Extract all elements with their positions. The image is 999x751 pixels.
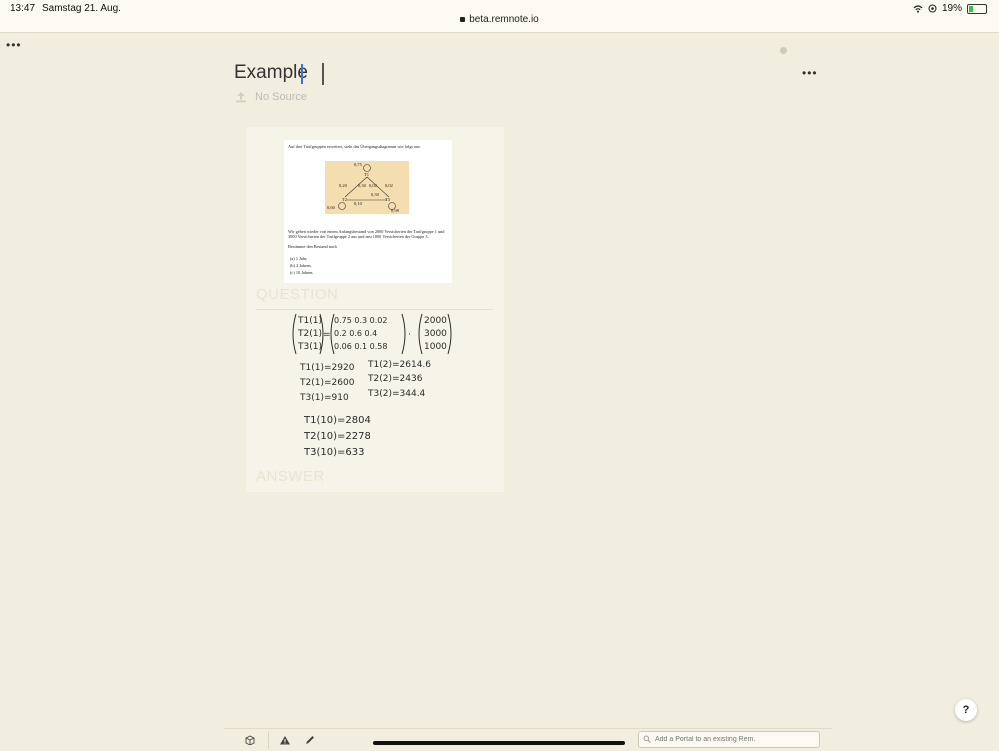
result-year1: T2(1)=2600 — [300, 378, 355, 388]
matrix-lhs-row: T2(1) — [298, 329, 322, 339]
page-menu-button[interactable]: ••• — [6, 38, 22, 52]
warning-icon[interactable] — [279, 735, 291, 745]
matrix-row: 0.75 0.3 0.02 — [334, 316, 388, 325]
url-text: beta.remnote.io — [469, 14, 539, 25]
status-time: 13:47 — [10, 3, 36, 14]
result-year10: T1(10)=2804 — [304, 415, 371, 426]
matrix-lhs-row: T1(1) — [298, 316, 322, 326]
vector-entry: 1000 — [424, 342, 447, 352]
status-bar: 13:47 Samstag 21. Aug. beta.remnote.io 1… — [0, 0, 999, 33]
toolbar-separator — [268, 732, 269, 749]
problem-body: Wir gehen wieder von einem Anfangsbestan… — [288, 229, 445, 240]
matrix-lhs-row: T3(1) — [298, 342, 322, 352]
portal-search[interactable] — [638, 731, 820, 748]
svg-text:·: · — [408, 330, 411, 340]
edge-label: 0,60 — [327, 205, 336, 211]
orientation-lock-icon — [928, 4, 937, 13]
node-t1: T1 — [364, 172, 369, 177]
status-indicators: 19% — [913, 3, 987, 14]
settings-dot-icon[interactable] — [780, 47, 787, 54]
battery-icon — [967, 3, 987, 14]
search-icon — [643, 735, 651, 743]
edge-label: 0,20 — [339, 183, 348, 189]
help-button[interactable]: ? — [955, 699, 977, 721]
result-year2: T3(2)=344.4 — [368, 389, 426, 399]
pen-icon[interactable] — [304, 735, 316, 745]
title-divider — [322, 63, 324, 85]
portal-input[interactable] — [655, 733, 815, 745]
transition-diagram: T1 T2 T3 0,75 0,20 0,30 0,02 0,02 0,30 0… — [325, 161, 409, 214]
result-year10: T2(10)=2278 — [304, 431, 371, 442]
problem-item: (b) 2 Jahren, — [290, 263, 312, 268]
upload-icon — [236, 92, 246, 103]
document-menu-button[interactable]: ••• — [802, 66, 818, 80]
edge-label: 0,02 — [385, 183, 393, 189]
node-t2: T2 — [342, 197, 347, 202]
problem-item: (a) 1 Jahr, — [290, 256, 308, 261]
matrix-row: 0.2 0.6 0.4 — [334, 329, 378, 338]
edge-label: 0,75 — [354, 162, 363, 168]
problem-intro: Auf drei Tarifgruppen erweitert, sieht d… — [288, 144, 421, 149]
question-label: QUESTION — [256, 286, 339, 303]
lock-icon — [460, 17, 466, 22]
edge-label: 0,02 — [369, 183, 377, 189]
cube-icon[interactable] — [244, 735, 256, 745]
svg-text:=: = — [323, 330, 331, 340]
bottom-toolbar — [224, 728, 832, 751]
edge-label: 0,30 — [358, 183, 367, 189]
wifi-icon — [913, 4, 923, 13]
vector-entry: 3000 — [424, 329, 447, 339]
status-date: Samstag 21. Aug. — [42, 3, 121, 14]
battery-percent: 19% — [941, 3, 962, 14]
card-divider — [256, 309, 493, 310]
text-caret — [301, 64, 303, 84]
answer-label: ANSWER — [256, 468, 325, 485]
vector-entry: 2000 — [424, 316, 447, 326]
source-label: No Source — [255, 91, 307, 103]
question-image: Auf drei Tarifgruppen erweitert, sieht d… — [284, 140, 452, 283]
result-year1: T1(1)=2920 — [300, 363, 355, 373]
result-year10: T3(10)=633 — [304, 447, 365, 458]
home-indicator[interactable] — [373, 741, 625, 745]
problem-task: Bestimme den Bestand nach — [288, 244, 337, 249]
matrix-row: 0.06 0.1 0.58 — [334, 342, 388, 351]
node-t3: T3 — [385, 197, 391, 202]
result-year1: T3(1)=910 — [300, 393, 349, 403]
source-row[interactable]: No Source — [235, 91, 307, 103]
problem-item: (c) 10 Jahren. — [290, 270, 314, 275]
edge-label: 0,98 — [391, 208, 400, 214]
edge-label: 0,10 — [354, 201, 363, 207]
result-year2: T2(2)=2436 — [368, 374, 423, 384]
edge-label: 0,30 — [371, 192, 380, 198]
address-bar[interactable]: beta.remnote.io — [0, 14, 999, 25]
page-title[interactable]: Example — [234, 62, 308, 84]
result-year2: T1(2)=2614.6 — [368, 360, 432, 370]
